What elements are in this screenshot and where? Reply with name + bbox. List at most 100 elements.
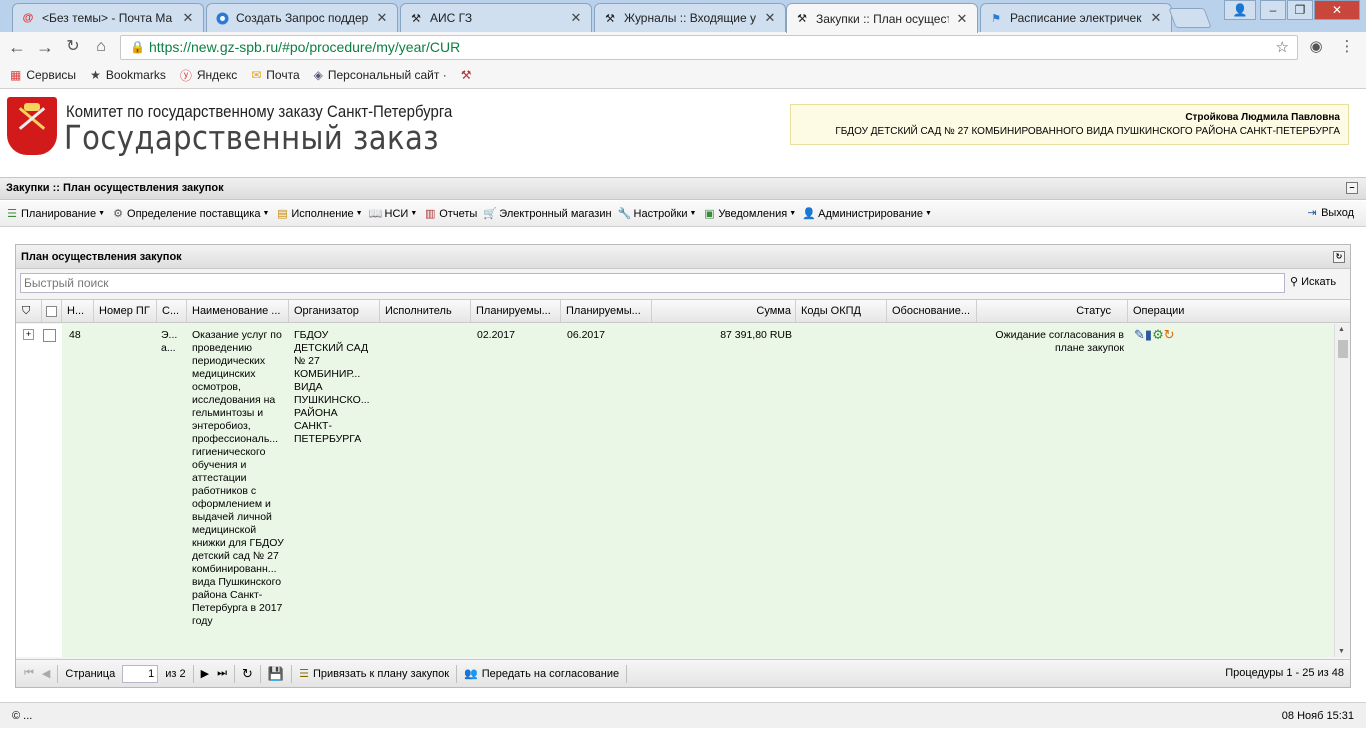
back-arrow-icon[interactable]: ← [6, 36, 28, 58]
tab-close-icon[interactable]: ✕ [181, 10, 195, 26]
page-number-input[interactable]: 1 [122, 664, 159, 683]
column-header[interactable]: Н... [62, 300, 94, 322]
menu-kebab-icon[interactable]: ⋮ [1336, 36, 1358, 58]
mail-envelope-icon: ✉ [251, 68, 262, 82]
prev-page-icon[interactable]: ◀ [42, 667, 50, 680]
scroll-up-icon[interactable]: ▲ [1338, 326, 1345, 333]
cell-name: Оказание услуг по проведению периодическ… [192, 329, 284, 627]
binoculars-icon: ⚲ [1290, 276, 1299, 288]
tab-close-icon[interactable]: ✕ [569, 10, 583, 26]
refresh-grid-icon[interactable]: ↻ [242, 666, 253, 682]
menu-item-reports[interactable]: ▥ Отчеты [423, 207, 477, 221]
bookmark-item[interactable]: ✉ Почта [251, 68, 299, 82]
gavel-icon: ⚒ [605, 12, 615, 25]
browser-tab[interactable]: ⚒ Журналы :: Входящие у ✕ [594, 3, 786, 32]
menu-item-admin[interactable]: 👤 Администрирование ▼ [802, 207, 932, 221]
browser-tab[interactable]: Создать Запрос поддер ✕ [206, 3, 398, 32]
bookmark-item[interactable]: ◈ Персональный сайт · [314, 68, 447, 82]
menu-label: Электронный магазин [499, 207, 612, 220]
first-page-icon[interactable]: ⏮ [24, 667, 34, 680]
bookmark-star-icon[interactable]: ☆ [1276, 36, 1289, 59]
chevron-down-icon: ▼ [689, 210, 697, 217]
status-bar: © ... 08 Нояб 15:31 [0, 702, 1366, 728]
column-header[interactable]: Сумма [652, 300, 796, 322]
edit-pencil-icon[interactable]: ✎ [1134, 327, 1145, 342]
user-info-box: Стройкова Людмила Павловна ГБДОУ ДЕТСКИЙ… [790, 104, 1349, 145]
column-header[interactable]: Статус [977, 300, 1128, 322]
column-header[interactable]: Наименование ... [187, 300, 289, 322]
column-header[interactable]: Планируемы... [471, 300, 561, 322]
emblem-logo-icon[interactable] [7, 97, 57, 155]
tab-close-icon[interactable]: ✕ [763, 10, 777, 26]
column-header[interactable]: Номер ПГ [94, 300, 157, 322]
chevron-down-icon: ▼ [789, 210, 797, 217]
last-page-icon[interactable]: ⏭ [217, 667, 227, 680]
tab-title: Расписание электричек [1010, 11, 1142, 25]
tab-close-icon[interactable]: ✕ [375, 10, 389, 26]
new-tab-button[interactable] [1168, 8, 1212, 28]
cell-plan-date-1: 02.2017 [477, 329, 515, 341]
bookmark-item[interactable]: ⚒ [461, 68, 477, 82]
url-input[interactable]: 🔒 https://new.gz-spb.ru/#po/procedure/my… [120, 35, 1298, 60]
bookmark-item[interactable]: ★ Bookmarks [90, 68, 166, 82]
menu-item-supplier[interactable]: ⚙ Определение поставщика ▼ [111, 207, 269, 221]
column-header[interactable]: Обоснование... [887, 300, 977, 322]
quick-search-input[interactable]: Быстрый поиск [20, 273, 1285, 293]
address-bar: ← → ↻ ⌂ 🔒 https://new.gz-spb.ru/#po/proc… [0, 32, 1366, 62]
url-text: https://new.gz-spb.ru/#po/procedure/my/y… [149, 39, 461, 55]
table-row[interactable]: + 48 Э... а... Оказание услуг по проведе… [16, 324, 1334, 657]
select-all-checkbox[interactable] [42, 300, 62, 322]
menu-item-settings[interactable]: 🔧 Настройки ▼ [618, 207, 697, 221]
bookmark-item[interactable]: ⓨ Яндекс [180, 67, 237, 84]
save-icon[interactable]: 💾 [268, 666, 284, 682]
scroll-down-icon[interactable]: ▼ [1338, 648, 1345, 655]
extension-icon[interactable]: ◉ [1305, 36, 1327, 58]
user-profile-button[interactable]: 👤 [1224, 0, 1256, 20]
chevron-down-icon: ▼ [925, 210, 932, 217]
refresh-panel-icon[interactable]: ↻ [1333, 251, 1345, 263]
maximize-button[interactable]: ❐ [1287, 0, 1313, 20]
column-header[interactable]: Исполнитель [380, 300, 471, 322]
filter-clear-icon[interactable]: ⛉ [16, 300, 42, 322]
home-icon[interactable]: ⌂ [90, 36, 112, 58]
expand-row-icon[interactable]: + [23, 329, 34, 340]
browser-tab[interactable]: ⚒ АИС ГЗ ✕ [400, 3, 592, 32]
column-header[interactable]: Организатор [289, 300, 380, 322]
refresh-orange-icon[interactable]: ↻ [1164, 327, 1175, 342]
cart-icon: 🛒 [483, 208, 498, 220]
column-header[interactable]: Коды ОКПД [796, 300, 887, 322]
next-page-icon[interactable]: ▶ [201, 667, 209, 680]
browser-tab-active[interactable]: ⚒ Закупки :: План осущест ✕ [786, 3, 978, 33]
minimize-button[interactable]: – [1260, 0, 1286, 20]
row-checkbox[interactable] [43, 329, 56, 342]
menu-item-eshop[interactable]: 🛒 Электронный магазин [483, 207, 612, 221]
forward-arrow-icon[interactable]: → [34, 36, 56, 58]
column-header[interactable]: С... [157, 300, 187, 322]
settings-gears-icon[interactable]: ⚙ [1152, 327, 1164, 342]
column-header[interactable]: Планируемы... [561, 300, 652, 322]
browser-tab[interactable]: @ <Без темы> - Почта Ма ✕ [12, 3, 204, 32]
scroll-thumb[interactable] [1338, 340, 1348, 358]
tab-title: Закупки :: План осущест [816, 11, 949, 26]
main-menu: ☰ Планирование ▼ ⚙ Определение поставщика ▼ … [0, 201, 1366, 227]
tab-close-icon[interactable]: ✕ [955, 11, 969, 27]
procurement-plan-panel: План осуществления закупок ↻ Быстрый пои… [15, 244, 1351, 688]
reload-icon[interactable]: ↻ [62, 36, 84, 58]
collapse-panel-button[interactable]: – [1346, 182, 1358, 194]
tab-close-icon[interactable]: ✕ [1149, 10, 1163, 26]
menu-item-notifications[interactable]: ▣ Уведомления ▼ [702, 207, 797, 221]
close-window-button[interactable]: ✕ [1314, 0, 1360, 20]
send-approval-button[interactable]: 👥 Передать на согласование [464, 667, 619, 681]
vertical-scrollbar[interactable]: ▲ ▼ [1334, 324, 1350, 657]
menu-item-execution[interactable]: ▤ Исполнение ▼ [275, 207, 362, 221]
link-plan-icon: ☰ [299, 668, 309, 680]
bookmark-item[interactable]: ▦ Сервисы [10, 68, 76, 82]
site-icon: ◈ [313, 68, 323, 82]
chart-icon[interactable]: ▮ [1145, 327, 1152, 342]
logout-button[interactable]: ⇥ Выход [1305, 206, 1354, 220]
link-plan-button[interactable]: ☰ Привязать к плану закупок [299, 667, 449, 681]
browser-tab[interactable]: ⚑ Расписание электричек ✕ [980, 3, 1172, 32]
menu-item-planning[interactable]: ☰ Планирование ▼ [5, 207, 105, 221]
search-button[interactable]: ⚲ Искать [1290, 275, 1336, 289]
menu-item-nsi[interactable]: 📖 НСИ ▼ [369, 207, 418, 221]
